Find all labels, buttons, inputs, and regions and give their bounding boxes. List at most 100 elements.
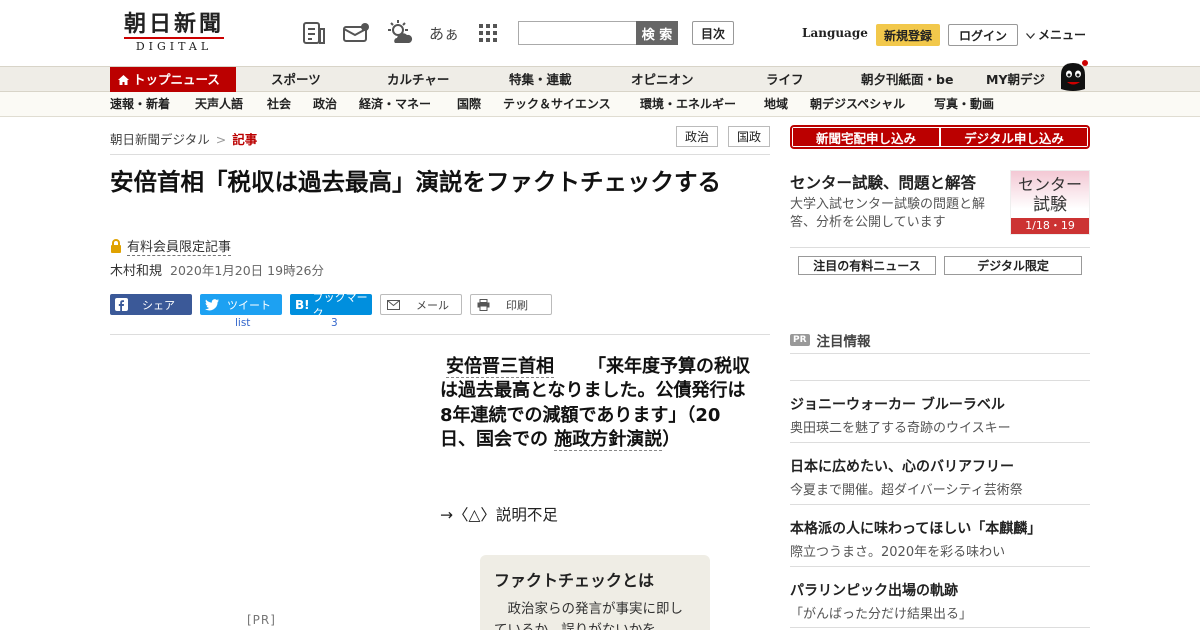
divider (790, 504, 1090, 505)
lock-icon (110, 239, 122, 253)
nav-international[interactable]: 国際 (457, 92, 481, 116)
weather-icon[interactable] (385, 18, 415, 48)
nav-economy[interactable]: 経済・マネー (359, 92, 431, 116)
primary-nav: トップニュース スポーツ カルチャー 特集・連載 オピニオン ライフ 朝夕刊紙面… (0, 60, 1200, 93)
pr-badge: PR (790, 334, 810, 346)
font-size-icon[interactable]: あぁ (429, 18, 459, 48)
hatena-bookmark-button[interactable]: B! ブックマーク (290, 291, 372, 320)
subscribe-paper-button[interactable]: 新聞宅配申し込み (793, 128, 939, 146)
publish-date: 2020年1月20日 19時26分 (170, 263, 324, 278)
members-only-badge[interactable]: 有料会員限定記事 (110, 236, 232, 256)
secondary-nav: 速報・新着 天声人語 社会 政治 経済・マネー 国際 テック＆サイエンス 環境・… (0, 92, 1200, 117)
mascot-icon[interactable] (1055, 59, 1091, 93)
ad-item-sub: 今夏まで開催。超ダイバーシティ芸術祭 (790, 483, 1023, 498)
subscription-banner: 新聞宅配申し込み デジタル申し込み (790, 125, 1090, 149)
hatena-bookmark-label: ブックマーク (312, 290, 368, 320)
policy-speech-link[interactable]: 施政方針演説 (554, 428, 663, 451)
nav-environment[interactable]: 環境・エネルギー (640, 92, 736, 116)
quote-speaker-link[interactable]: 安倍晋三首相 (446, 356, 554, 378)
twitter-icon (205, 298, 219, 311)
pr-label: [PR] (247, 613, 276, 627)
logo-divider (124, 37, 224, 39)
home-icon (118, 75, 129, 85)
nav-sports[interactable]: スポーツ (271, 67, 321, 92)
featured-info-heading: PR 注目情報 (790, 330, 871, 350)
breadcrumb-home[interactable]: 朝日新聞デジタル (110, 132, 210, 147)
twitter-share-label: ツイート (227, 298, 271, 312)
tag-national-politics[interactable]: 国政 (728, 126, 770, 147)
mail-share-label: メール (416, 298, 449, 312)
ad-item-title[interactable]: 本格派の人に味わってほしい「本麒麟」 (790, 518, 1041, 538)
toc-button[interactable]: 目次 (692, 21, 734, 45)
ad-item-sub: 際立つうまさ。2020年を彩る味わい (790, 545, 1006, 560)
byline: 木村和規 2020年1月20日 19時26分 (110, 260, 324, 279)
digital-only-button[interactable]: デジタル限定 (944, 256, 1082, 275)
nav-my-asahi[interactable]: MY朝デジ (986, 67, 1045, 92)
facebook-share-button[interactable]: シェア (110, 294, 192, 315)
newspaper-icon[interactable] (299, 18, 329, 48)
breadcrumb-separator: > (215, 132, 227, 147)
nav-politics[interactable]: 政治 (313, 92, 337, 116)
exam-promo-title[interactable]: センター試験、問題と解答 (790, 171, 976, 193)
mail-share-button[interactable]: メール (380, 294, 462, 315)
nav-photo-video[interactable]: 写真・動画 (934, 92, 994, 116)
register-button[interactable]: 新規登録 (876, 24, 940, 46)
twitter-share-button[interactable]: ツイート (200, 294, 282, 315)
exam-promo-image[interactable]: センター 試験 1/18・19 (1010, 170, 1090, 235)
nav-top-news[interactable]: トップニュース (110, 67, 236, 93)
hatena-count[interactable]: 3 (331, 317, 338, 329)
nav-tech-science[interactable]: テック＆サイエンス (503, 92, 611, 116)
breadcrumb: 朝日新聞デジタル > 記事 (110, 129, 257, 148)
fact-check-verdict: →〈△〉説明不足 (440, 506, 558, 524)
site-header: 朝日新聞 DIGITAL あぁ 検 索 目次 Language 新規登録 ログイ… (0, 0, 1200, 66)
search-button[interactable]: 検 索 (636, 21, 678, 45)
nav-life[interactable]: ライフ (766, 67, 804, 92)
members-only-label: 有料会員限定記事 (127, 236, 232, 256)
divider (110, 334, 770, 335)
subscribe-digital-button[interactable]: デジタル申し込み (941, 128, 1087, 146)
search-input[interactable] (518, 21, 636, 45)
language-link[interactable]: Language (802, 26, 868, 40)
ad-item-title[interactable]: 日本に広めたい、心のバリアフリー (790, 456, 1014, 476)
article-headline: 安倍首相「税収は過去最高」演説をファクトチェックする (110, 168, 721, 196)
hatena-icon: B! (295, 297, 310, 312)
nav-breaking[interactable]: 速報・新着 (110, 92, 170, 116)
tag-politics[interactable]: 政治 (676, 126, 718, 147)
divider (790, 566, 1090, 567)
nav-features[interactable]: 特集・連載 (509, 67, 572, 92)
nav-society[interactable]: 社会 (267, 92, 291, 116)
grid-menu-icon[interactable] (473, 18, 503, 48)
exam-img-line2: 試験 (1033, 195, 1067, 215)
nav-special[interactable]: 朝デジスペシャル (810, 92, 905, 116)
article-quote: 安倍晋三首相 「来年度予算の税収は過去最高となりました。公債発行は8年連続での減額… (440, 355, 750, 452)
ad-item-title[interactable]: パラリンピック出場の軌跡 (790, 580, 958, 600)
exam-promo-desc: 大学入試センター試験の問題と解答、分析を公開しています (790, 197, 986, 230)
nav-opinion[interactable]: オピニオン (631, 67, 694, 92)
login-button[interactable]: ログイン (948, 24, 1018, 46)
nav-tenseijingo[interactable]: 天声人語 (195, 92, 243, 116)
nav-regional[interactable]: 地域 (764, 92, 788, 116)
facebook-icon (115, 298, 128, 311)
nav-print-edition[interactable]: 朝夕刊紙面・be (861, 67, 953, 92)
factbox-text: 政治家らの発言が事実に即しているか、誤りがないかを (494, 601, 683, 630)
print-button[interactable]: 印刷 (470, 294, 552, 315)
mail-ticket-icon[interactable] (341, 18, 371, 48)
ad-item-title[interactable]: ジョニーウォーカー ブルーラベル (790, 394, 1005, 414)
factbox-title: ファクトチェックとは (494, 571, 655, 590)
twitter-list-link[interactable]: list (235, 317, 250, 329)
menu-label: メニュー (1038, 28, 1087, 42)
divider (790, 353, 1090, 354)
ad-item-sub: 奥田瑛二を魅了する奇跡のウイスキー (790, 421, 1011, 436)
quote-end: ） (662, 428, 681, 450)
print-label: 印刷 (506, 298, 528, 312)
mail-icon (387, 299, 400, 310)
divider (790, 247, 1090, 248)
site-logo[interactable]: 朝日新聞 DIGITAL (118, 12, 230, 54)
paid-news-button[interactable]: 注目の有料ニュース (798, 256, 936, 275)
exam-img-date: 1/18・19 (1011, 218, 1089, 234)
menu-button[interactable]: メニュー (1026, 26, 1086, 43)
nav-culture[interactable]: カルチャー (387, 67, 449, 92)
facebook-share-label: シェア (142, 298, 175, 312)
logo-sub-text: DIGITAL (135, 40, 213, 53)
ad-item-sub: 「がんばった分だけ結果出る」 (790, 607, 973, 622)
